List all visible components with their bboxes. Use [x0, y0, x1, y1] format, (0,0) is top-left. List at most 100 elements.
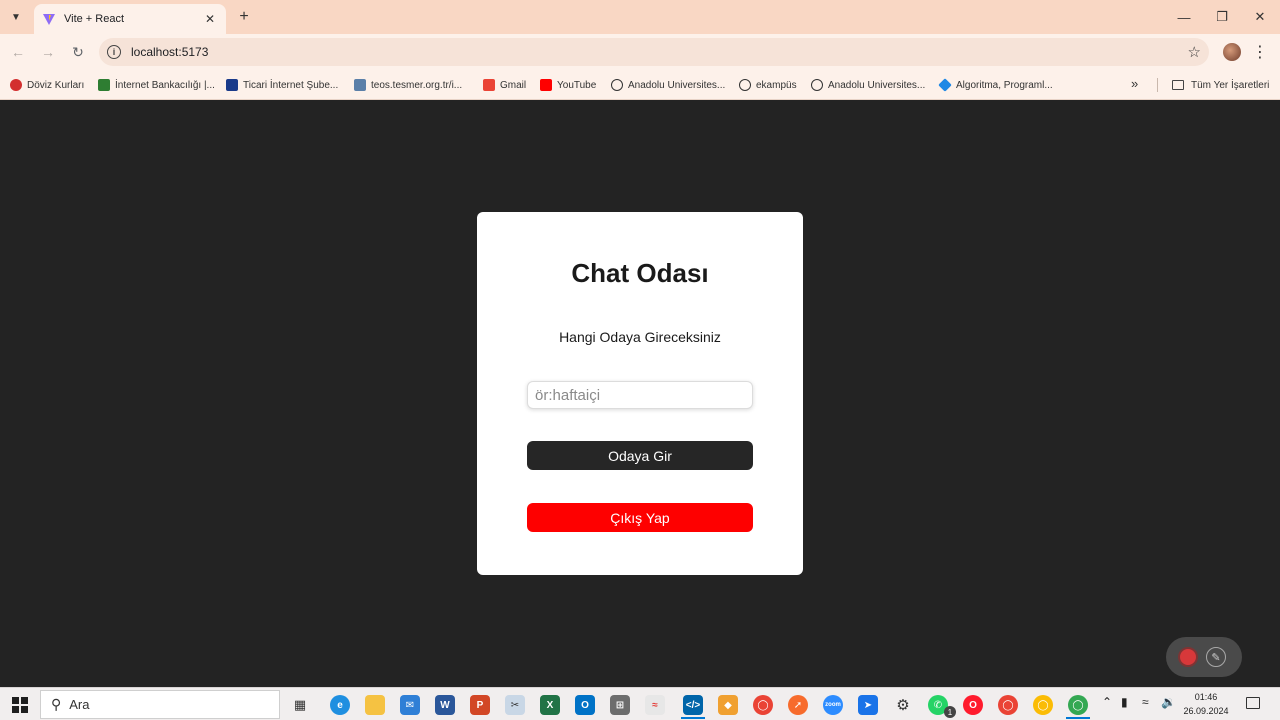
- back-icon[interactable]: ←: [8, 42, 28, 62]
- clock-date: 26.09.2024: [1183, 706, 1229, 716]
- settings-gear-icon[interactable]: ⚙: [893, 695, 913, 715]
- bank-icon: [98, 79, 110, 91]
- page-viewport: Chat Odası Hangi Odaya Gireceksiniz Oday…: [0, 101, 1280, 687]
- active-app-indicator: [681, 717, 705, 719]
- app-icon[interactable]: ≈: [645, 695, 665, 715]
- snipping-tool-icon[interactable]: ✂: [505, 695, 525, 715]
- anadolu-icon: [611, 79, 623, 91]
- gmail-icon: [483, 79, 495, 91]
- chrome-profile-3-icon[interactable]: ◯: [1068, 695, 1088, 715]
- bookmark-label: teos.tesmer.org.tr/i...: [371, 79, 463, 91]
- active-app-indicator: [1066, 717, 1090, 719]
- opera-icon[interactable]: O: [963, 695, 983, 715]
- bookmark-item[interactable]: ekampüs: [739, 77, 797, 93]
- all-bookmarks-folder[interactable]: Tüm Yer İşaretleri: [1172, 77, 1269, 93]
- minimize-icon[interactable]: —: [1171, 6, 1197, 28]
- restore-icon[interactable]: ❐: [1209, 6, 1235, 28]
- chrome-profile-2-icon[interactable]: ◯: [1033, 695, 1053, 715]
- kebab-menu-icon[interactable]: ⋮: [1252, 42, 1268, 62]
- bookmark-item[interactable]: Ticari İnternet Şube...: [226, 77, 338, 93]
- wifi-icon[interactable]: ≈: [1142, 695, 1149, 709]
- file-explorer-icon[interactable]: [365, 695, 385, 715]
- site-info-icon[interactable]: i: [107, 45, 121, 59]
- bookmarks-bar: Döviz Kurları İnternet Bankacılığı |... …: [0, 70, 1280, 100]
- diamond-icon: [938, 78, 952, 92]
- bookmark-label: Anadolu Universites...: [828, 79, 926, 91]
- bookmark-item[interactable]: teos.tesmer.org.tr/i...: [354, 77, 462, 93]
- powerpoint-icon[interactable]: P: [470, 695, 490, 715]
- all-bookmarks-label: Tüm Yer İşaretleri: [1191, 79, 1270, 91]
- room-name-input[interactable]: [527, 381, 753, 409]
- profile-avatar[interactable]: [1223, 43, 1241, 61]
- excel-icon[interactable]: X: [540, 695, 560, 715]
- tab-title: Vite + React: [64, 13, 125, 25]
- bookmark-item[interactable]: Anadolu Universites...: [811, 77, 925, 93]
- address-bar[interactable]: i localhost:5173 ☆: [99, 38, 1209, 66]
- url-text[interactable]: localhost:5173: [131, 45, 208, 59]
- chrome-icon[interactable]: ◯: [753, 695, 773, 715]
- close-window-icon[interactable]: ✕: [1247, 6, 1273, 28]
- word-icon[interactable]: W: [435, 695, 455, 715]
- logout-button[interactable]: Çıkış Yap: [527, 503, 753, 532]
- windows-taskbar: ⚲ Ara ▦ e ✉ W P ✂ X O ⊞ ≈ </> ◆ ◯ ➚ zoom…: [0, 687, 1280, 720]
- search-icon: ⚲: [51, 696, 62, 712]
- bookmark-star-icon[interactable]: ☆: [1188, 43, 1201, 61]
- app-icon-2[interactable]: ◆: [718, 695, 738, 715]
- bookmark-label: YouTube: [557, 79, 597, 91]
- bookmark-item[interactable]: Döviz Kurları: [10, 77, 84, 93]
- edge-icon[interactable]: e: [330, 695, 350, 715]
- vscode-icon[interactable]: </>: [683, 695, 703, 715]
- bookmark-item[interactable]: İnternet Bankacılığı |...: [98, 77, 215, 93]
- browser-toolbar: ← → ↻ i localhost:5173 ☆ ⋮: [0, 34, 1280, 70]
- bookmark-item[interactable]: Algoritma, Programl...: [938, 77, 1053, 93]
- clock-time: 01:46: [1194, 692, 1218, 702]
- reload-icon[interactable]: ↻: [68, 42, 88, 62]
- more-bookmarks-icon[interactable]: »: [1131, 76, 1138, 91]
- close-tab-icon[interactable]: ✕: [202, 11, 218, 27]
- new-tab-icon[interactable]: +: [234, 7, 254, 27]
- zoom-icon[interactable]: zoom: [823, 695, 843, 715]
- pen-icon[interactable]: ✎: [1206, 647, 1226, 667]
- tray-overflow-icon[interactable]: ⌃: [1102, 695, 1112, 709]
- anadolu-icon: [739, 79, 751, 91]
- outlook-icon[interactable]: O: [575, 695, 595, 715]
- tab-active[interactable]: Vite + React ✕: [34, 4, 226, 34]
- screen-recorder-widget: ✎: [1166, 637, 1242, 677]
- forward-icon[interactable]: →: [38, 42, 58, 62]
- anadolu-icon: [811, 79, 823, 91]
- mail-icon[interactable]: ✉: [400, 695, 420, 715]
- youtube-icon: [540, 79, 552, 91]
- windows-start-icon[interactable]: [12, 697, 28, 713]
- page-title: Chat Odası: [571, 258, 709, 288]
- volume-icon[interactable]: 🔉: [1161, 695, 1176, 709]
- bookmarks-divider: [1157, 78, 1158, 92]
- calculator-icon[interactable]: ⊞: [610, 695, 630, 715]
- bookmark-item[interactable]: Anadolu Universites...: [611, 77, 725, 93]
- messenger-icon[interactable]: ➤: [858, 695, 878, 715]
- bookmark-item[interactable]: YouTube: [540, 77, 596, 93]
- battery-icon[interactable]: ▮: [1121, 695, 1128, 709]
- chat-room-card: Chat Odası Hangi Odaya Gireceksiniz Oday…: [477, 212, 803, 575]
- tab-bar: ▼ Vite + React ✕ + — ❐ ✕: [0, 0, 1280, 34]
- record-icon[interactable]: [1178, 647, 1198, 667]
- tab-search-chevron-icon[interactable]: ▼: [6, 7, 26, 27]
- enter-room-button[interactable]: Odaya Gir: [527, 441, 753, 470]
- bookmark-label: Döviz Kurları: [27, 79, 85, 91]
- teos-icon: [354, 79, 366, 91]
- bookmark-label: Ticari İnternet Şube...: [243, 79, 339, 91]
- bookmark-label: Gmail: [500, 79, 527, 91]
- postman-icon[interactable]: ➚: [788, 695, 808, 715]
- taskbar-clock[interactable]: 01:46 26.09.2024: [1180, 690, 1232, 718]
- bookmark-item[interactable]: Gmail: [483, 77, 526, 93]
- isbank-icon: [226, 79, 238, 91]
- taskbar-search[interactable]: ⚲ Ara: [40, 690, 280, 719]
- bookmark-label: ekampüs: [756, 79, 797, 91]
- task-view-icon[interactable]: ▦: [290, 695, 310, 715]
- bookmark-label: İnternet Bankacılığı |...: [115, 79, 215, 91]
- notification-center-icon[interactable]: [1246, 697, 1260, 709]
- whatsapp-badge: 1: [944, 706, 956, 718]
- taskbar-search-label: Ara: [69, 697, 90, 712]
- bookmark-label: Algoritma, Programl...: [956, 79, 1053, 91]
- chrome-profile-icon[interactable]: ◯: [998, 695, 1018, 715]
- folder-icon: [1172, 80, 1184, 90]
